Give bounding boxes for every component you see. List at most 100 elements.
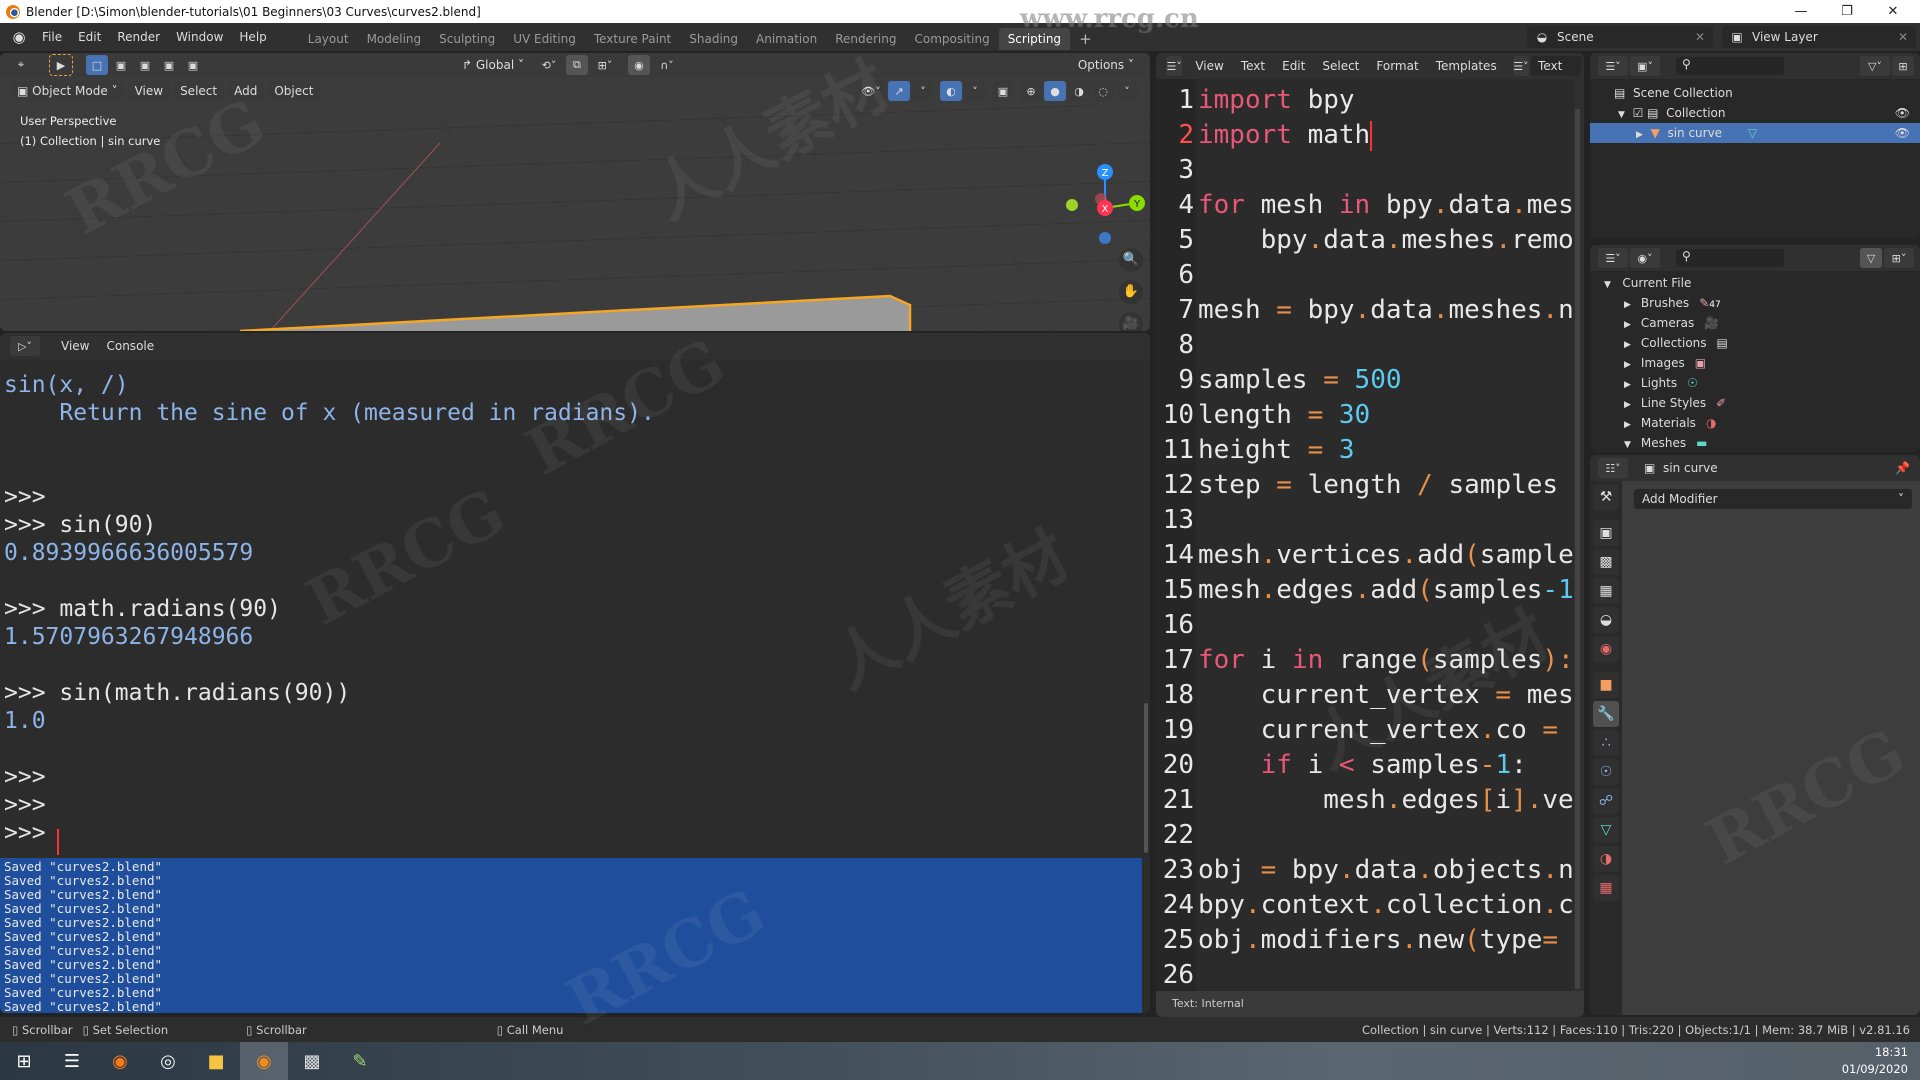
obs-icon[interactable]: ◎ [144,1042,192,1080]
code-line[interactable]: 24 bpy.context.collection.c [1156,888,1574,923]
scene-selector[interactable]: ◒ Scene ✕ [1527,26,1713,48]
code-line[interactable]: 4 for mesh in bpy.data.mes [1156,188,1573,223]
expand-arrow-icon[interactable]: ▶ [1624,300,1631,310]
blend-file-item-images[interactable]: ▶ Images ▣ [1590,353,1920,373]
workspace-tab-scripting[interactable]: Scripting [998,28,1071,50]
scene-delete-icon[interactable]: ✕ [1695,30,1713,44]
properties-tab-data-icon[interactable]: ▽ [1593,817,1619,843]
code-area[interactable]: 1 import bpy 2 import math 3 4 for mesh in bpy… [1156,79,1580,991]
editor-type-text-icon[interactable]: ☰˅ [1166,56,1183,76]
camera-view-icon[interactable]: 🎥 [1119,312,1143,331]
text-menu-templates[interactable]: Templates [1429,56,1504,76]
properties-tab-world-icon[interactable]: ◉ [1593,636,1619,662]
blend-file-item-line-styles[interactable]: ▶ Line Styles ✐ [1590,393,1920,413]
code-line[interactable]: 9 samples = 500 [1156,363,1401,398]
expand-arrow-icon[interactable]: ▶ [1624,380,1631,390]
code-line[interactable]: 15 mesh.edges.add(samples-1 [1156,573,1574,608]
menu-help[interactable]: Help [231,23,274,51]
visibility-eye-icon[interactable]: 👁 [1895,123,1910,143]
text-menu-format[interactable]: Format [1369,56,1425,76]
outliner-editor-type-icon[interactable]: ☰˅ [1598,248,1628,268]
workspace-tab-sculpting[interactable]: Sculpting [430,28,504,50]
firefox-icon[interactable]: ◉ [96,1042,144,1080]
blend-file-item-brushes[interactable]: ▶ Brushes ✎47 [1590,293,1920,313]
workspace-tab-modeling[interactable]: Modeling [358,28,431,50]
code-line[interactable]: 18 current_vertex = mes [1156,678,1574,713]
terminal-icon[interactable]: ▩ [288,1042,336,1080]
properties-tab-texture-icon[interactable]: ▦ [1593,875,1619,901]
info-log[interactable]: Saved "curves2.blend" Saved "curves2.blen… [0,858,1142,1013]
expand-arrow-icon[interactable]: ▼ [1618,110,1625,120]
outliner[interactable]: ☰˅ ▣˅ ⚲ ▽˅ ⊞ ▤ Scene Collection ▼ ☑ ▤ Co… [1590,53,1920,239]
info-log-entry[interactable]: Saved "curves2.blend" [4,944,1138,958]
system-clock[interactable]: 18:31 01/09/2020 [1842,1044,1908,1078]
add-workspace-button[interactable]: + [1070,28,1101,50]
expand-arrow-icon[interactable]: ▶ [1624,420,1631,430]
info-log-entry[interactable]: Saved "curves2.blend" [4,916,1138,930]
console-scrollbar[interactable] [1144,703,1148,853]
info-log-entry[interactable]: Saved "curves2.blend" [4,860,1138,874]
menu-render[interactable]: Render [109,23,168,51]
exclude-checkbox[interactable]: ☑ [1633,106,1644,120]
menu-file[interactable]: File [34,23,70,51]
code-line[interactable]: 12 step = length / samples [1156,468,1558,503]
text-editor[interactable]: ☰˅ View Text Edit Select Format Template… [1156,53,1584,1017]
code-line[interactable]: 7 mesh = bpy.data.meshes.n [1156,293,1573,328]
pin-icon[interactable]: 📌 [1895,461,1910,475]
visibility-eye-icon[interactable]: 👁 [1895,103,1910,123]
code-line[interactable]: 23 obj = bpy.data.objects.n [1156,853,1574,888]
outliner-search-input[interactable]: ⚲ [1676,57,1784,75]
info-log-entry[interactable]: Saved "curves2.blend" [4,986,1138,1000]
workspace-tab-rendering[interactable]: Rendering [826,28,905,50]
code-line[interactable]: 5 bpy.data.meshes.remo [1156,223,1573,258]
navigation-gizmo[interactable]: Z Y X [1055,158,1145,248]
blend-file-item-cameras[interactable]: ▶ Cameras 🎥 [1590,313,1920,333]
file-explorer-icon[interactable]: ■ [192,1042,240,1080]
properties-tab-constraints-icon[interactable]: ☍ [1593,788,1619,814]
info-log-entry[interactable]: Saved "curves2.blend" [4,972,1138,986]
code-line[interactable]: 11 height = 3 [1156,433,1355,468]
notepad-icon[interactable]: ✎ [336,1042,384,1080]
expand-arrow-icon[interactable]: ▼ [1624,440,1631,450]
blend-file-filter-icon[interactable]: ▽ [1860,248,1882,268]
outliner-row-scene-collection[interactable]: ▤ Scene Collection [1590,83,1920,103]
console-menu-view[interactable]: View [54,336,96,356]
outliner-row-sin-curve[interactable]: ▶ ▼ sin curve ▽ 👁 [1590,123,1920,143]
close-button[interactable]: ✕ [1870,0,1916,23]
editor-type-console-icon[interactable]: ▷˅ [10,336,40,356]
properties-tab-modifiers-icon[interactable]: 🔧 [1593,701,1619,727]
view-layer-selector[interactable]: ▣ View Layer ✕ [1722,26,1916,48]
current-file-row[interactable]: ▼ Current File [1590,273,1920,293]
menu-edit[interactable]: Edit [70,23,109,51]
display-mode-icon[interactable]: ▣˅ [1630,56,1660,76]
code-line[interactable]: 17 for i in range(samples): [1156,643,1574,678]
code-line[interactable]: 10 length = 30 [1156,398,1371,433]
workspace-tab-compositing[interactable]: Compositing [905,28,998,50]
blender-menu-icon[interactable]: ◉ [10,28,28,46]
console-output[interactable]: sin(x, /) Return the sine of x (measured… [4,371,655,847]
blend-file-outliner[interactable]: ☰˅ ◉˅ ⚲ ▽ ⊞˅ ▼ Current File ▶ Brushes ✎47 ▶… [1590,245,1920,452]
expand-arrow-icon[interactable]: ▶ [1636,130,1643,140]
blend-file-item-lights[interactable]: ▶ Lights ☉ [1590,373,1920,393]
properties-editor[interactable]: ☷˅ ▣ sin curve 📌 ⚒ ▣ ▩ ▦ ◒ ◉ ■ 🔧 ∴ ☉ ☍ ▽ ◑ ▦ Add Modi… [1590,455,1920,1015]
workspace-tab-shading[interactable]: Shading [680,28,747,50]
expand-arrow-icon[interactable]: ▶ [1624,320,1631,330]
info-log-entry[interactable]: Saved "curves2.blend" [4,888,1138,902]
code-line[interactable]: 13 [1156,503,1198,538]
code-line[interactable]: 20 if i < samples-1: [1156,748,1527,783]
code-line[interactable]: 1 import bpy [1156,83,1354,118]
expand-arrow-icon[interactable]: ▶ [1624,360,1631,370]
start-button-icon[interactable]: ⊞ [0,1042,48,1080]
text-menu-select[interactable]: Select [1315,56,1366,76]
expand-arrow-icon[interactable]: ▼ [1604,280,1611,290]
code-line[interactable]: 8 [1156,328,1198,363]
menu-window[interactable]: Window [168,23,231,51]
properties-tab-view-layer-icon[interactable]: ▦ [1593,578,1619,604]
expand-arrow-icon[interactable]: ▶ [1624,340,1631,350]
code-line[interactable]: 6 [1156,258,1198,293]
properties-tab-tool-icon[interactable]: ⚒ [1593,484,1619,510]
text-menu-edit[interactable]: Edit [1275,56,1312,76]
properties-tab-scene-icon[interactable]: ◒ [1593,607,1619,633]
properties-editor-type-icon[interactable]: ☷˅ [1598,458,1628,478]
workspace-tab-layout[interactable]: Layout [299,28,358,50]
